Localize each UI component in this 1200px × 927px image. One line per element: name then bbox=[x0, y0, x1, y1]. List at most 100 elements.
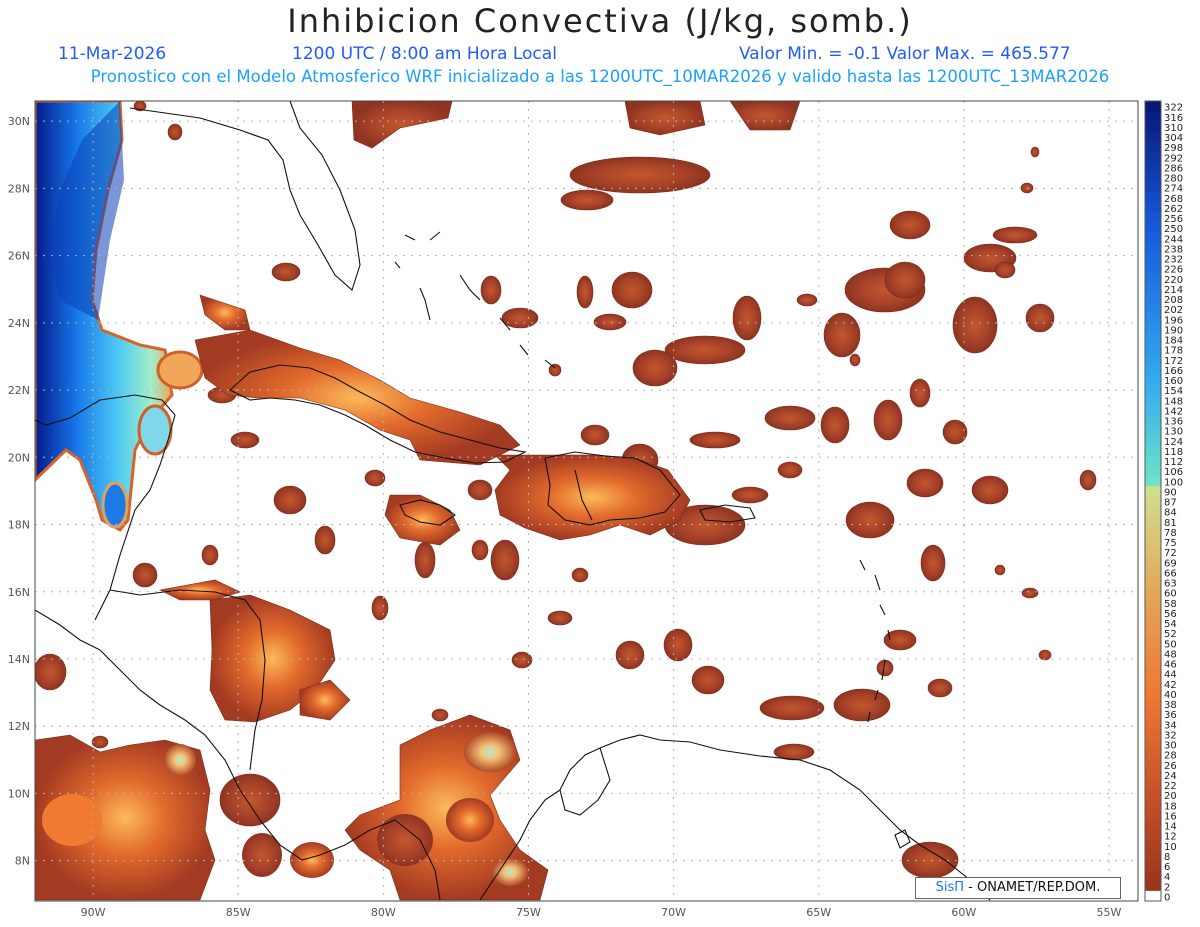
colorbar-swatch bbox=[1145, 708, 1161, 720]
colorbar-swatch bbox=[1145, 890, 1161, 902]
colorbar: 3223163103042982922862802742682622562502… bbox=[1144, 100, 1183, 904]
colorbar-swatch bbox=[1145, 657, 1161, 669]
colorbar-swatch bbox=[1145, 131, 1161, 142]
southern-cin bbox=[35, 714, 549, 901]
colorbar-swatch bbox=[1145, 627, 1161, 639]
colorbar-swatch bbox=[1145, 455, 1161, 466]
colorbar-swatch bbox=[1145, 840, 1161, 851]
colorbar-swatch bbox=[1145, 222, 1161, 234]
latitude-labels: 30N 28N 26N 24N 22N 20N 18N 16N 14N 12N 10N 8N bbox=[8, 115, 30, 867]
colorbar-swatch bbox=[1145, 718, 1161, 730]
colorbar-swatch bbox=[1145, 809, 1161, 821]
colorbar-swatch bbox=[1145, 212, 1161, 223]
colorbar-swatch bbox=[1145, 597, 1161, 608]
colorbar-swatch bbox=[1145, 678, 1161, 689]
lat-label: 10N bbox=[8, 787, 30, 800]
colorbar-swatch bbox=[1145, 536, 1161, 547]
colorbar-swatch bbox=[1145, 384, 1161, 396]
colorbar-swatch bbox=[1145, 283, 1161, 294]
colorbar-label: 0 bbox=[1164, 893, 1170, 904]
antilles-cin bbox=[159, 294, 691, 723]
colorbar-swatch bbox=[1145, 192, 1161, 203]
sispi-logo: SisΠ bbox=[935, 880, 965, 895]
colorbar-swatch bbox=[1145, 364, 1161, 375]
colorbar-swatch bbox=[1145, 414, 1161, 426]
lat-label: 12N bbox=[8, 720, 30, 733]
lat-label: 30N bbox=[8, 115, 30, 128]
colorbar-swatch bbox=[1145, 121, 1161, 132]
colorbar-swatch bbox=[1145, 617, 1161, 628]
colorbar-swatch bbox=[1145, 556, 1161, 568]
lat-label: 16N bbox=[8, 586, 30, 599]
credit-box: SisΠ - ONAMET/REP.DOM. bbox=[915, 877, 1121, 899]
colorbar-swatch bbox=[1145, 141, 1161, 153]
colorbar-swatch bbox=[1145, 263, 1161, 274]
colorbar-swatch bbox=[1145, 161, 1161, 173]
colorbar-swatch bbox=[1145, 111, 1161, 122]
colorbar-swatch bbox=[1145, 374, 1161, 385]
lon-label: 80W bbox=[371, 906, 396, 919]
colorbar-swatch bbox=[1145, 779, 1161, 791]
lat-label: 24N bbox=[8, 317, 30, 330]
colorbar-swatch bbox=[1145, 799, 1161, 811]
colorbar-swatch bbox=[1145, 637, 1161, 649]
lat-label: 18N bbox=[8, 519, 30, 532]
colorbar-swatch bbox=[1145, 728, 1161, 740]
colorbar-swatch bbox=[1145, 465, 1161, 477]
colorbar-swatch bbox=[1145, 516, 1161, 527]
colorbar-swatch bbox=[1145, 738, 1161, 750]
lon-label: 70W bbox=[661, 906, 686, 919]
colorbar-swatch bbox=[1145, 587, 1161, 598]
colorbar-swatch bbox=[1145, 404, 1161, 416]
colorbar-swatch bbox=[1145, 698, 1161, 709]
colorbar-swatch bbox=[1145, 485, 1161, 497]
colorbar-swatch bbox=[1145, 749, 1161, 760]
colorbar-swatch bbox=[1145, 303, 1161, 315]
colorbar-swatch bbox=[1145, 546, 1161, 558]
colorbar-swatch bbox=[1145, 526, 1161, 537]
lon-label: 85W bbox=[226, 906, 251, 919]
colorbar-swatch bbox=[1145, 576, 1161, 588]
colorbar-swatch bbox=[1145, 566, 1161, 578]
colorbar-swatch bbox=[1145, 202, 1161, 213]
lon-label: 60W bbox=[951, 906, 976, 919]
colorbar-swatch bbox=[1145, 182, 1161, 193]
colorbar-swatch bbox=[1145, 850, 1161, 861]
colorbar-swatch bbox=[1145, 789, 1161, 801]
colorbar-swatch bbox=[1145, 668, 1161, 679]
colorbar-swatch bbox=[1145, 252, 1161, 264]
colorbar-swatch bbox=[1145, 425, 1161, 436]
colorbar-swatch bbox=[1145, 344, 1161, 355]
colorbar-swatch bbox=[1145, 171, 1161, 183]
colorbar-swatch bbox=[1145, 333, 1161, 345]
colorbar-swatch bbox=[1145, 769, 1161, 780]
colorbar-swatch bbox=[1145, 870, 1161, 882]
colorbar-swatch bbox=[1145, 242, 1161, 254]
lat-label: 28N bbox=[8, 182, 30, 195]
lon-label: 90W bbox=[81, 906, 106, 919]
colorbar-swatch bbox=[1145, 607, 1161, 618]
lon-label: 65W bbox=[806, 906, 831, 919]
lat-label: 26N bbox=[8, 250, 30, 263]
colorbar-swatch bbox=[1145, 830, 1161, 841]
colorbar-swatch bbox=[1145, 506, 1161, 517]
colorbar-swatch bbox=[1145, 819, 1161, 831]
lon-label: 55W bbox=[1097, 906, 1122, 919]
florida-coast bbox=[129, 101, 361, 291]
colorbar-swatch bbox=[1145, 435, 1161, 446]
colorbar-swatch bbox=[1145, 688, 1161, 699]
colorbar-swatch bbox=[1145, 101, 1161, 112]
colorbar-swatch bbox=[1145, 880, 1161, 892]
lat-label: 8N bbox=[15, 855, 30, 868]
colorbar-swatch bbox=[1145, 354, 1161, 365]
longitude-labels: 90W 85W 80W 75W 70W 65W 60W 55W bbox=[81, 906, 1122, 919]
credit-text: - ONAMET/REP.DOM. bbox=[964, 880, 1101, 895]
colorbar-swatch bbox=[1145, 445, 1161, 456]
cin-map: 90W 85W 80W 75W 70W 65W 60W 55W 30N 28N 26N 24N 22N… bbox=[8, 100, 1183, 919]
colorbar-swatch bbox=[1145, 151, 1161, 163]
colorbar-swatch bbox=[1145, 232, 1161, 244]
colorbar-swatch bbox=[1145, 394, 1161, 406]
colorbar-swatch bbox=[1145, 860, 1161, 872]
colorbar-swatch bbox=[1145, 293, 1161, 304]
lat-label: 14N bbox=[8, 653, 30, 666]
